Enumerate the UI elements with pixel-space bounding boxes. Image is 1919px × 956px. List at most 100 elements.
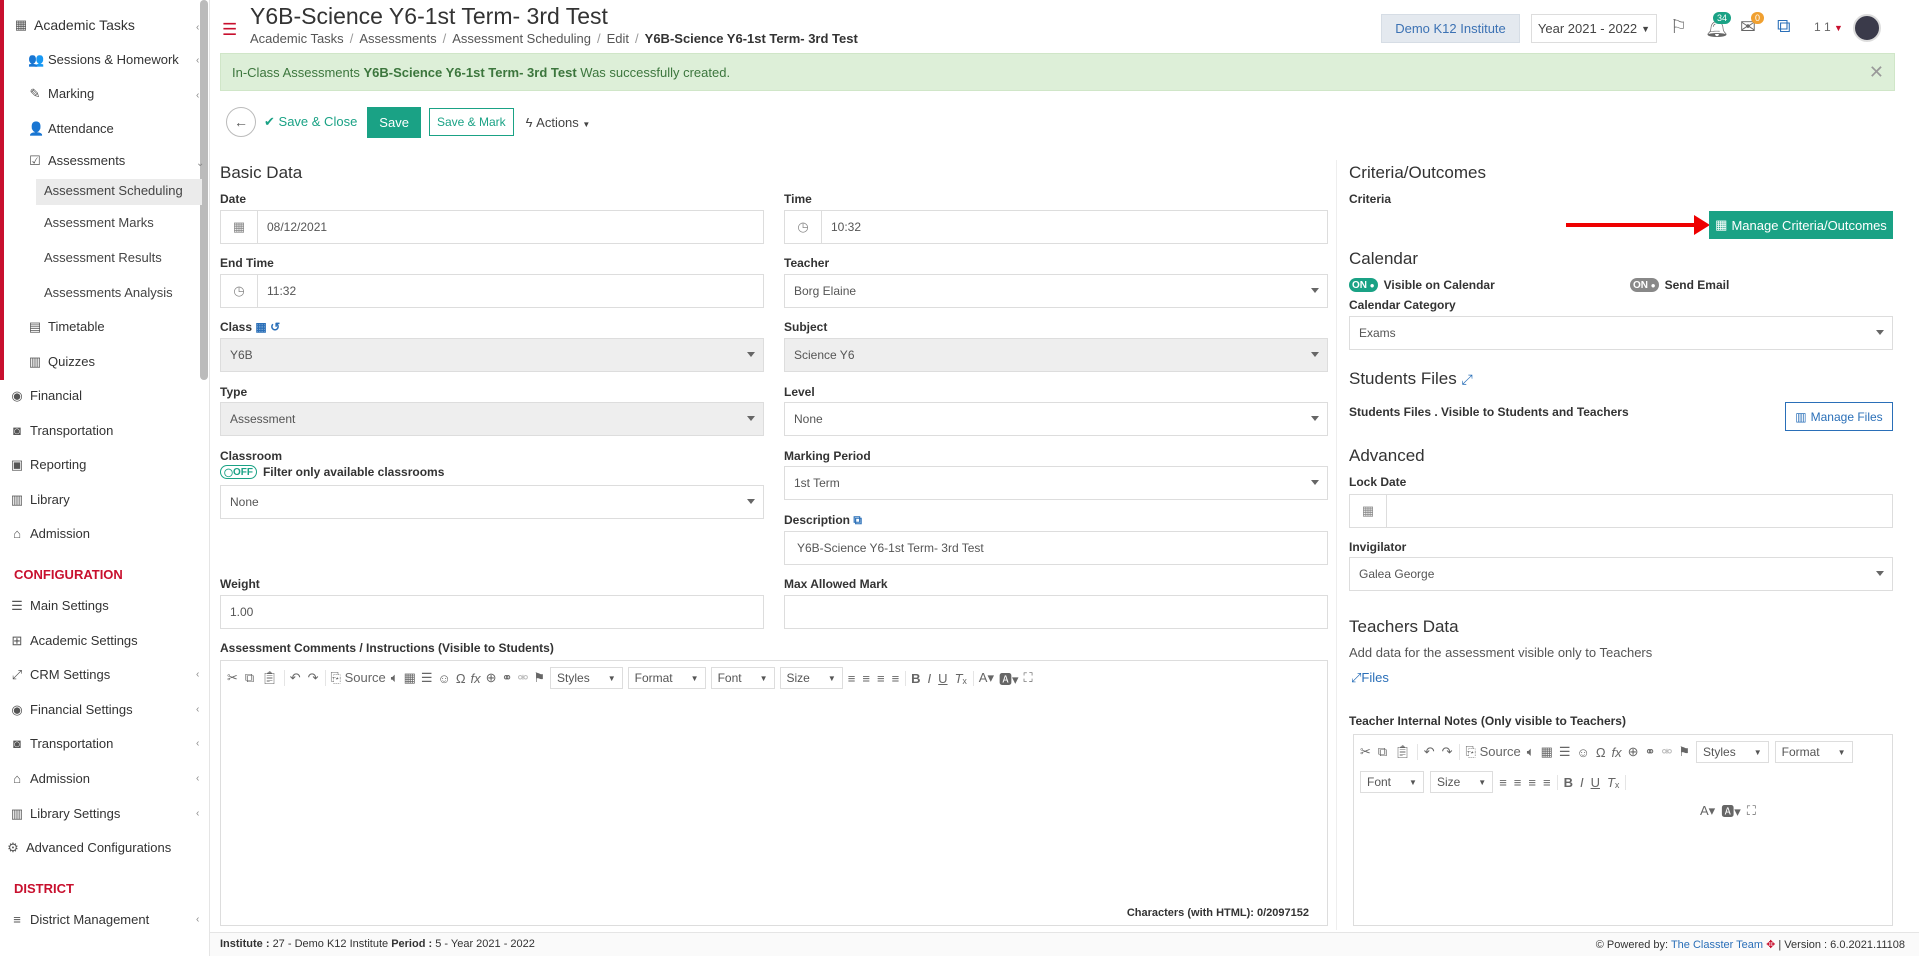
sidebar-item-assessments-analysis[interactable]: Assessments Analysis [44, 285, 173, 300]
align-justify-icon[interactable]: ≡ [892, 671, 900, 686]
visible-calendar-toggle[interactable]: ON ● [1349, 278, 1378, 292]
invigilator-select[interactable]: Galea George [1349, 557, 1893, 591]
link-icon[interactable]: ⚭ [1645, 744, 1656, 760]
paste-icon[interactable]: 📋︎ [261, 670, 278, 686]
expand-icon[interactable]: ⤢ [1461, 371, 1472, 387]
text-color-icon[interactable]: A▾ [979, 670, 994, 686]
source-button[interactable]: ⎘ Source [1466, 744, 1521, 760]
format-dropdown[interactable]: Format ▼ [1774, 741, 1853, 763]
table-icon[interactable]: ▦ [1541, 744, 1553, 760]
sidebar-item-library-settings[interactable]: ▥ Library Settings [10, 806, 120, 821]
breadcrumb-item[interactable]: Edit [607, 31, 629, 46]
sidebar-item-transportation-settings[interactable]: ◙ Transportation [10, 736, 113, 751]
sidebar-item-assessment-scheduling[interactable]: Assessment Scheduling [44, 183, 183, 198]
back-button[interactable]: ← [226, 107, 256, 137]
unlink-icon[interactable]: ⚮ [1661, 744, 1672, 760]
align-right-icon[interactable]: ≡ [1528, 775, 1536, 790]
sidebar-item-reporting[interactable]: ▣ Reporting [10, 457, 87, 472]
globe-icon[interactable]: ⊕ [1628, 744, 1639, 760]
formula-icon[interactable]: fx [1612, 745, 1622, 760]
align-left-icon[interactable]: ≡ [1499, 775, 1507, 790]
user-name[interactable]: 1 1 ▼ [1814, 20, 1843, 34]
sidebar-item-advanced-configurations[interactable]: ⚙ Advanced Configurations [6, 840, 171, 855]
smiley-icon[interactable]: ☺ [1577, 745, 1590, 760]
team-link[interactable]: The Classter Team [1671, 939, 1763, 951]
copy-icon[interactable]: ⧉ [1378, 744, 1387, 760]
layers-icon[interactable]: ⧉ [1777, 16, 1791, 38]
smiley-icon[interactable]: ☺ [438, 671, 451, 686]
save-close-button[interactable]: ✔ Save & Close [264, 114, 357, 130]
align-center-icon[interactable]: ≡ [862, 671, 870, 686]
send-email-toggle[interactable]: ON ● [1630, 278, 1659, 292]
calendar-icon[interactable]: ▦ [255, 320, 266, 334]
sidebar-item-admission-settings[interactable]: ⌂ Admission [10, 771, 90, 786]
sidebar-item-marking[interactable]: ✎ Marking [28, 86, 95, 101]
link-icon[interactable]: ⚭ [502, 670, 513, 686]
styles-dropdown[interactable]: Styles ▼ [550, 667, 623, 689]
classroom-filter-toggle[interactable]: ◯ OFF [220, 465, 257, 479]
save-button[interactable]: Save [367, 106, 421, 138]
breadcrumb-item[interactable]: Assessments [359, 31, 436, 46]
redo-icon[interactable]: ↷ [1442, 744, 1453, 760]
align-left-icon[interactable]: ≡ [848, 671, 856, 686]
maximize-icon[interactable]: ⛶ [1747, 803, 1756, 819]
sidebar-item-transportation[interactable]: ◙ Transportation [10, 423, 113, 438]
sidebar-item-admission[interactable]: ⌂ Admission [10, 526, 90, 541]
sidebar-item-quizzes[interactable]: ▥ Quizzes [28, 354, 95, 369]
history-icon[interactable]: ↺ [270, 320, 280, 334]
sidebar-item-financial[interactable]: ◉ Financial [10, 388, 82, 403]
underline-icon[interactable]: U [938, 671, 947, 686]
avatar[interactable] [1853, 14, 1881, 42]
size-dropdown[interactable]: Size ▼ [1429, 771, 1494, 793]
weight-input[interactable]: 1.00 [220, 595, 764, 629]
breadcrumb-item[interactable]: Assessment Scheduling [452, 31, 591, 46]
calendar-category-select[interactable]: Exams [1349, 316, 1893, 350]
lock-date-field[interactable]: ▦ [1349, 494, 1893, 528]
paste-icon[interactable]: 📋︎ [1394, 744, 1411, 760]
sidebar-item-district-management[interactable]: ≡ District Management [10, 912, 149, 927]
breadcrumb-item[interactable]: Academic Tasks [250, 31, 344, 46]
cut-icon[interactable]: ✂ [1360, 744, 1371, 760]
omega-icon[interactable]: Ω [456, 671, 466, 686]
class-select[interactable]: Y6B [220, 338, 764, 372]
formula-icon[interactable]: fx [471, 671, 481, 686]
font-dropdown[interactable]: Font ▼ [710, 667, 775, 689]
max-mark-input[interactable] [784, 595, 1328, 629]
save-mark-button[interactable]: Save & Mark [428, 108, 514, 136]
hamburger-icon[interactable]: ☰ [222, 20, 237, 40]
sidebar-item-crm-settings[interactable]: ⤢ CRM Settings [10, 667, 110, 682]
manage-criteria-button[interactable]: ▦ Manage Criteria/Outcomes [1709, 211, 1893, 239]
undo-icon[interactable]: ↶ [290, 670, 301, 686]
anchor-flag-icon[interactable]: ⚑ [533, 670, 545, 686]
align-right-icon[interactable]: ≡ [877, 671, 885, 686]
styles-dropdown[interactable]: Styles ▼ [1696, 741, 1769, 763]
speaker-icon[interactable]: 🔈︎ [391, 670, 399, 686]
cut-icon[interactable]: ✂ [227, 670, 238, 686]
maximize-icon[interactable]: ⛶ [1024, 670, 1033, 686]
source-button[interactable]: ⎘ Source [331, 670, 386, 686]
sidebar-item-academic-tasks[interactable]: ▦ Academic Tasks [14, 17, 135, 33]
flag-icon[interactable]: ⚐ [1670, 16, 1687, 39]
clear-format-icon[interactable]: Tₓ [1607, 775, 1619, 790]
files-link[interactable]: ⤢Files [1351, 670, 1389, 686]
size-dropdown[interactable]: Size ▼ [779, 667, 843, 689]
text-color-icon[interactable]: A▾ [1700, 803, 1715, 819]
speaker-icon[interactable]: 🔈︎ [1527, 744, 1535, 760]
align-justify-icon[interactable]: ≡ [1543, 775, 1551, 790]
clear-format-icon[interactable]: Tₓ [955, 671, 967, 686]
globe-icon[interactable]: ⊕ [486, 670, 497, 686]
actions-dropdown[interactable]: ϟ Actions ▼ [526, 115, 591, 130]
font-dropdown[interactable]: Font ▼ [1360, 771, 1424, 793]
bold-icon[interactable]: B [911, 671, 920, 686]
align-center-icon[interactable]: ≡ [1514, 775, 1522, 790]
sidebar-item-assessment-marks[interactable]: Assessment Marks [44, 215, 154, 230]
sidebar-item-library[interactable]: ▥ Library [10, 492, 70, 507]
classroom-select[interactable]: None [220, 485, 764, 519]
subject-select[interactable]: Science Y6 [784, 338, 1328, 372]
bg-color-icon[interactable]: 🅰︎▾ [999, 669, 1019, 688]
sidebar-item-main-settings[interactable]: ☰ Main Settings [10, 598, 109, 613]
underline-icon[interactable]: U [1591, 775, 1600, 790]
copy-icon[interactable]: ⧉ [853, 513, 862, 527]
copy-icon[interactable]: ⧉ [245, 670, 254, 686]
unlink-icon[interactable]: ⚮ [517, 670, 528, 686]
